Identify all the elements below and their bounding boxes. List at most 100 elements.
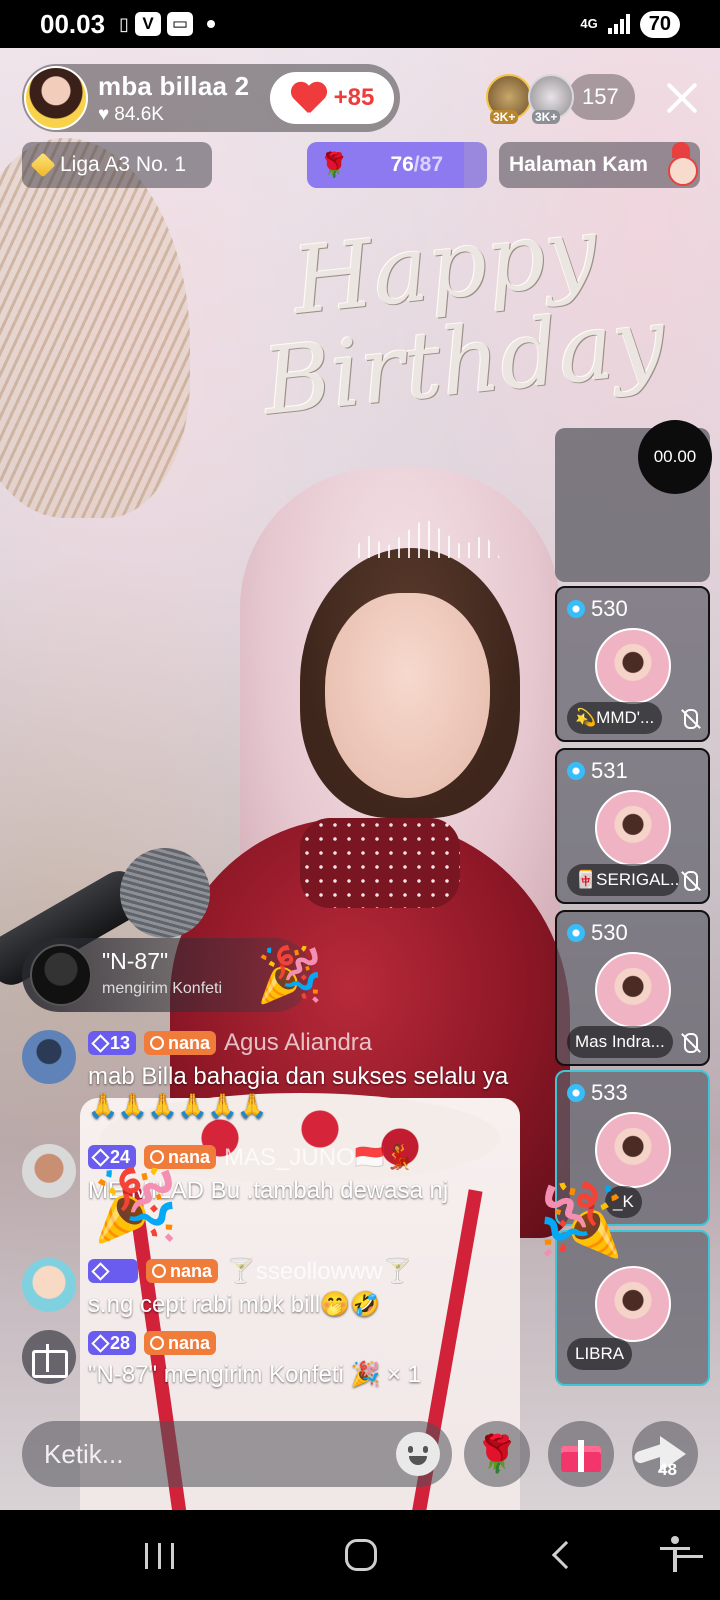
gift-action: mengirim Konfeti: [102, 980, 223, 997]
host-card[interactable]: mba billaa 2 ♥ 84.6K +85: [22, 64, 400, 132]
chat-avatar[interactable]: [22, 1258, 76, 1312]
score-icon: [567, 600, 585, 618]
rose-icon: 🌹: [474, 1433, 520, 1474]
accessibility-icon[interactable]: [660, 1536, 690, 1572]
guest-seat-3[interactable]: 530 Mas Indra...: [555, 910, 710, 1066]
fan-icon: [150, 1036, 165, 1050]
rose-icon: 🌹: [319, 151, 349, 179]
mic-muted-icon: [678, 708, 700, 730]
comment-input[interactable]: Ketik...: [22, 1421, 452, 1487]
chat-avatar[interactable]: [22, 1144, 76, 1198]
guest-avatar: [595, 790, 671, 866]
v-app-icon: V: [134, 12, 161, 36]
guest-name: LIBRA: [567, 1338, 633, 1370]
guest-score: 530: [567, 596, 628, 622]
guest-score: 530: [567, 920, 628, 946]
birthday-banner-decor: Happy Birthday: [258, 196, 671, 436]
chat-text: "N-87" mengirim Konfeti 🎉 × 1: [88, 1361, 422, 1388]
score-icon: [567, 1084, 585, 1102]
face: [325, 593, 490, 798]
top-viewers[interactable]: 3K+ 3K+ 157: [486, 74, 635, 124]
chat-text: s.ng cept rabi mbk bill🤭🤣: [88, 1291, 380, 1318]
gift-icon: [561, 1436, 601, 1472]
viewer-badge: 3K+: [532, 110, 561, 124]
mic-muted-icon: [678, 1032, 700, 1054]
notification-icons: ▯ V ▭: [119, 12, 215, 36]
score-icon: [567, 762, 585, 780]
page-link-label: Halaman Kam: [509, 153, 648, 176]
guest-name: 🀄SERIGAL...: [567, 864, 679, 896]
navigation-bar: [0, 1510, 720, 1600]
level-badge: 28: [88, 1331, 137, 1355]
guest-name: Mas Indra...: [567, 1026, 673, 1058]
status-bar: 00.03 ▯ V ▭ 4G 70: [0, 0, 720, 48]
gift-icon: [30, 1340, 68, 1378]
follow-label: +85: [333, 84, 375, 111]
host-likes: ♥ 84.6K: [98, 104, 249, 126]
guest-name: 💫MMD'...: [567, 702, 663, 734]
share-count: 48: [658, 1460, 677, 1479]
fan-badge: nana: [146, 1259, 219, 1283]
league-chip[interactable]: Liga A3 No. 1: [22, 142, 212, 188]
vibrate-icon: ▯: [119, 13, 129, 34]
back-icon[interactable]: [551, 1540, 581, 1570]
chat-text: mab Billa bahagia dan sukses selalu ya 🙏…: [88, 1063, 509, 1120]
more-notifications-dot: [206, 20, 215, 28]
gift-goal-chip[interactable]: 🌹 76/87: [307, 142, 487, 188]
gift-button[interactable]: [548, 1421, 614, 1487]
confetti-popper-effect: 🎉: [92, 1166, 180, 1244]
fan-badge: nana: [144, 1331, 217, 1355]
gift-message-avatar: [22, 1330, 76, 1384]
chat-username[interactable]: MAS_JUNO🇮🇩💃: [224, 1143, 414, 1172]
close-icon[interactable]: [662, 78, 702, 118]
guest-seat-2[interactable]: 531 🀄SERIGAL...: [555, 748, 710, 904]
heart-icon: ♥: [98, 103, 110, 125]
gift-goal-count: 76/87: [390, 153, 443, 176]
guest-score: 531: [567, 758, 628, 784]
emoji-icon[interactable]: [396, 1432, 440, 1476]
host-avatar[interactable]: [24, 66, 88, 130]
level-icon: [91, 1033, 110, 1053]
recents-icon[interactable]: [145, 1543, 175, 1569]
diamond-icon: [30, 152, 56, 178]
fan-icon: [150, 1150, 165, 1164]
level-badge: [88, 1259, 138, 1283]
chat-username[interactable]: 🍸sseollowww🍸: [226, 1257, 412, 1286]
fan-icon: [152, 1264, 166, 1278]
host-name: mba billaa 2: [98, 70, 250, 101]
viewer-avatar[interactable]: 3K+: [486, 74, 532, 124]
guest-avatar: [595, 952, 671, 1028]
collar: [300, 818, 460, 908]
follow-button[interactable]: +85: [270, 72, 394, 124]
gift-sender-name: "N-87": [102, 948, 169, 974]
status-time: 00.03: [40, 8, 106, 39]
fan-icon: [150, 1336, 165, 1350]
comment-placeholder: Ketik...: [44, 1439, 124, 1469]
chat-username[interactable]: Agus Aliandra: [224, 1029, 372, 1057]
guest-seat-1[interactable]: 530 💫MMD'...: [555, 586, 710, 742]
page-link-chip[interactable]: Halaman Kam: [499, 142, 700, 188]
chat-app-icon: ▭: [166, 12, 193, 36]
heart-icon: [290, 83, 326, 113]
chat-avatar[interactable]: [22, 1030, 76, 1084]
level-icon: [91, 1147, 110, 1167]
level-icon: [91, 1333, 110, 1353]
viewer-avatar[interactable]: 3K+: [528, 74, 574, 124]
mic-muted-icon: [678, 870, 700, 892]
guest-avatar: [595, 628, 671, 704]
home-icon[interactable]: [345, 1539, 377, 1571]
network-type: 4G: [580, 16, 598, 31]
gift-sender-avatar: [30, 944, 92, 1006]
viewer-count[interactable]: 157: [568, 74, 635, 120]
guest-avatar: [595, 1266, 671, 1342]
fan-badge: nana: [144, 1031, 217, 1055]
league-label: Liga A3 No. 1: [60, 153, 187, 176]
rose-gift-button[interactable]: 🌹: [464, 1421, 530, 1487]
host-likes-count: 84.6K: [114, 103, 164, 125]
viewer-badge: 3K+: [490, 110, 519, 124]
mini-video-timer: 00.00: [638, 420, 712, 494]
confetti-popper-effect: 🎉: [538, 1181, 626, 1259]
confetti-gift-icon: 🎉: [256, 945, 324, 1005]
level-badge: 13: [88, 1031, 137, 1055]
battery-level: 70: [639, 10, 680, 38]
